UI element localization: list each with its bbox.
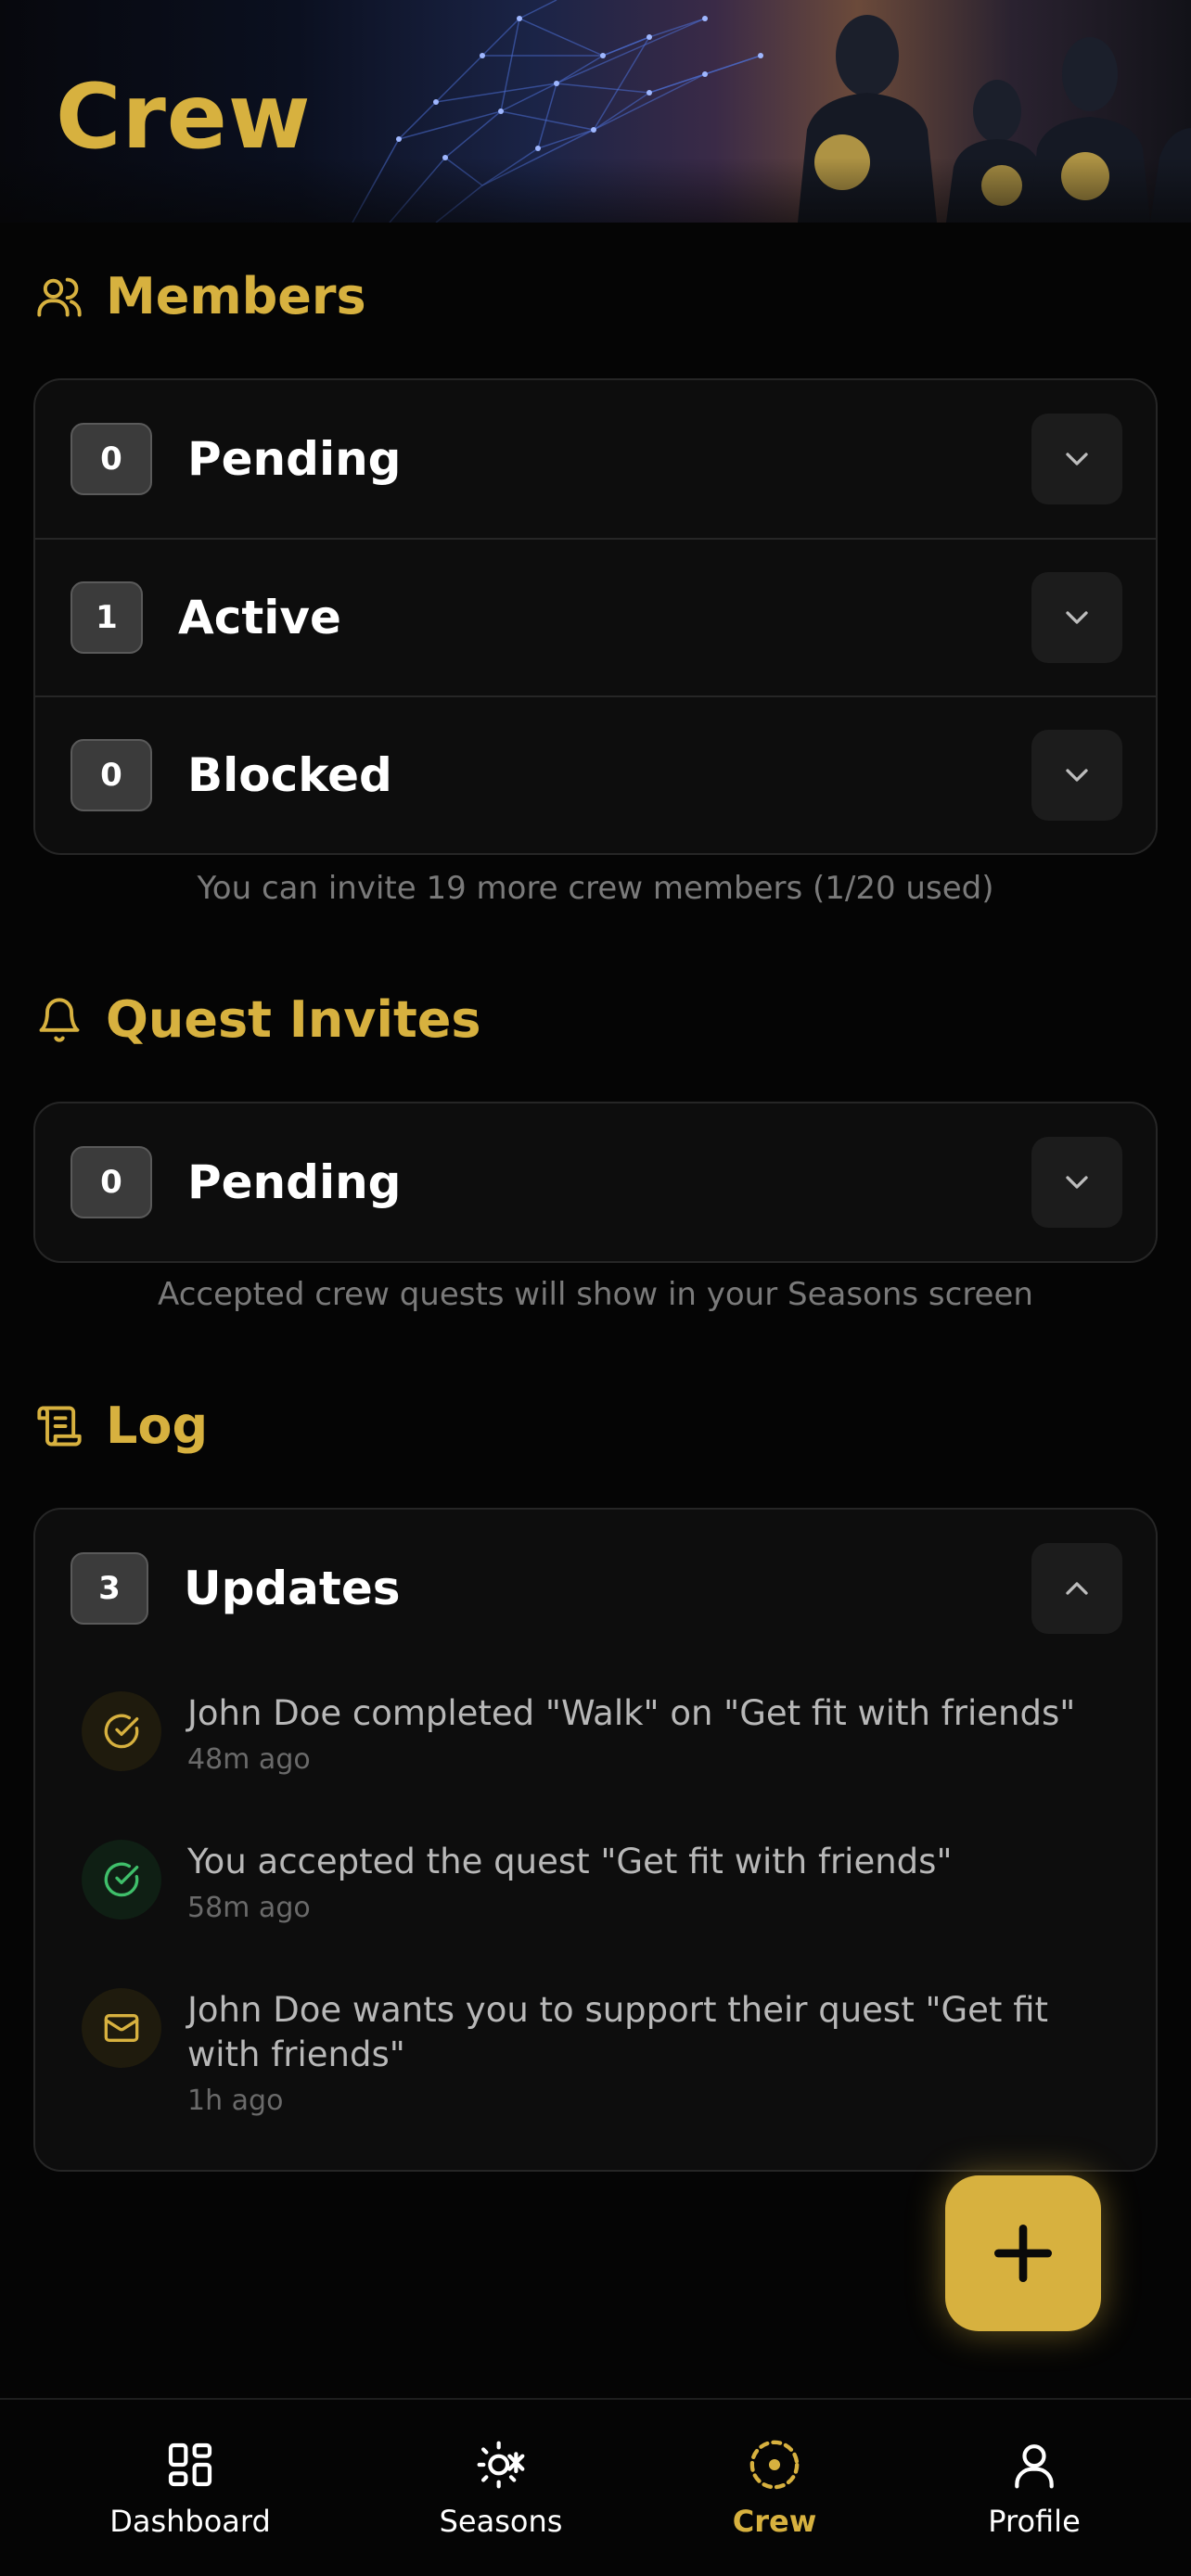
row-label: Pending xyxy=(187,1155,402,1209)
members-hint: You can invite 19 more crew members (1/2… xyxy=(197,870,994,907)
quest-invites-pending-row[interactable]: 0 Pending xyxy=(35,1103,1156,1261)
members-pending-row[interactable]: 0 Pending xyxy=(35,380,1156,538)
chevron-down-icon xyxy=(1066,453,1088,465)
page-title: Crew xyxy=(56,65,312,169)
scroll-icon xyxy=(33,1400,85,1452)
bell-icon xyxy=(33,994,85,1046)
expand-button[interactable] xyxy=(1031,730,1122,821)
seasons-icon xyxy=(473,2437,529,2493)
check-circle-icon xyxy=(82,1691,161,1771)
expand-button[interactable] xyxy=(1031,1137,1122,1228)
nav-label: Dashboard xyxy=(109,2504,271,2539)
plus-icon xyxy=(994,2225,1052,2282)
nav-label: Crew xyxy=(732,2504,817,2539)
count-badge: 1 xyxy=(70,581,143,654)
nav-dashboard[interactable]: Dashboard xyxy=(102,2400,278,2576)
members-card: 0 Pending 1 Active 0 Blocked xyxy=(33,378,1158,855)
nav-crew[interactable]: Crew xyxy=(686,2400,863,2576)
log-item-time: 58m ago xyxy=(187,1892,311,1924)
chevron-down-icon xyxy=(1066,611,1088,624)
figures xyxy=(798,15,1191,223)
log-item: John Doe wants you to support their ques… xyxy=(82,1988,1121,2146)
expand-button[interactable] xyxy=(1031,414,1122,504)
collapse-button[interactable] xyxy=(1031,1543,1122,1634)
log-updates-header[interactable]: 3 Updates xyxy=(35,1510,1156,1667)
log-section-header: Log xyxy=(33,1396,208,1455)
log-card: 3 Updates John Doe completed "Walk" on "… xyxy=(33,1508,1158,2172)
add-button[interactable] xyxy=(945,2175,1101,2331)
count-badge: 0 xyxy=(70,739,152,811)
quest-invites-title: Quest Invites xyxy=(106,990,481,1049)
log-item-text: You accepted the quest "Get fit with fri… xyxy=(187,1842,953,1881)
mail-icon xyxy=(82,1988,161,2068)
expand-button[interactable] xyxy=(1031,572,1122,663)
quest-invites-hint: Accepted crew quests will show in your S… xyxy=(158,1276,1033,1313)
log-item-text: John Doe wants you to support their ques… xyxy=(187,1990,1049,2074)
members-active-row[interactable]: 1 Active xyxy=(35,538,1156,695)
bottom-nav: Dashboard Seasons Crew Profile xyxy=(0,2398,1191,2576)
row-label: Active xyxy=(178,591,341,644)
check-circle-icon xyxy=(82,1840,161,1919)
crew-icon xyxy=(747,2437,802,2493)
members-blocked-row[interactable]: 0 Blocked xyxy=(35,695,1156,853)
row-label: Blocked xyxy=(187,748,392,802)
nav-label: Seasons xyxy=(439,2504,563,2539)
log-item-time: 48m ago xyxy=(187,1743,311,1776)
quest-invites-section-header: Quest Invites xyxy=(33,990,481,1049)
log-item-time: 1h ago xyxy=(187,2085,284,2117)
members-section-header: Members xyxy=(33,267,366,325)
profile-icon xyxy=(1006,2437,1062,2493)
count-badge: 0 xyxy=(70,1146,152,1218)
dashboard-icon xyxy=(162,2437,218,2493)
log-item-text: John Doe completed "Walk" on "Get fit wi… xyxy=(187,1693,1076,1733)
row-label: Updates xyxy=(184,1562,401,1615)
header-banner: Crew xyxy=(0,0,1191,223)
row-label: Pending xyxy=(187,432,402,486)
count-badge: 0 xyxy=(70,423,152,495)
nav-label: Profile xyxy=(988,2504,1081,2539)
nav-seasons[interactable]: Seasons xyxy=(413,2400,589,2576)
chevron-down-icon xyxy=(1066,769,1088,782)
nav-profile[interactable]: Profile xyxy=(946,2400,1122,2576)
chevron-up-icon xyxy=(1066,1582,1088,1595)
quest-invites-card: 0 Pending xyxy=(33,1102,1158,1263)
count-badge: 3 xyxy=(70,1552,148,1625)
log-title: Log xyxy=(106,1396,209,1455)
log-item: You accepted the quest "Get fit with fri… xyxy=(82,1840,1121,1960)
log-item: John Doe completed "Walk" on "Get fit wi… xyxy=(82,1691,1121,1812)
members-title: Members xyxy=(106,267,366,325)
chevron-down-icon xyxy=(1066,1176,1088,1189)
users-icon xyxy=(33,271,85,323)
